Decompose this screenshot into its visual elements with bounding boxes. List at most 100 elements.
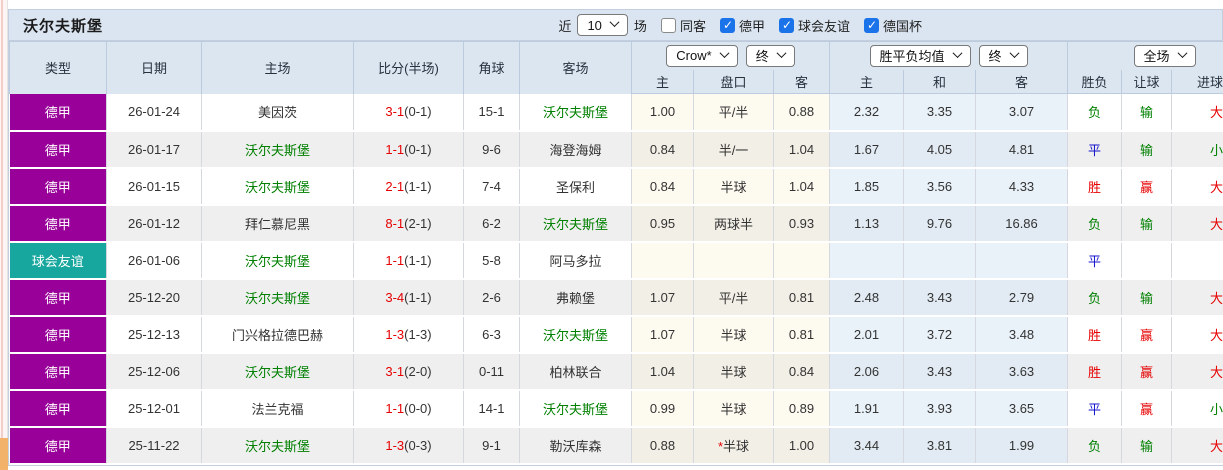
match-row: 德甲 26-01-24 美因茨 3-1(0-1) 15-1 沃尔夫斯堡 1.00 平/半 0.8… — [9, 93, 1223, 132]
mean-home: 3.44 — [829, 426, 904, 465]
match-row: 德甲 26-01-15 沃尔夫斯堡 2-1(1-1) 7-4 圣保利 0.84 半球 1.04 1… — [9, 167, 1223, 206]
bundesliga-label: 德甲 — [738, 18, 765, 34]
mean-away: 16.86 — [975, 204, 1069, 243]
corner-score: 7-4 — [463, 167, 520, 206]
mean-home: 2.06 — [829, 352, 904, 391]
handicap-line: 两球半 — [693, 204, 774, 243]
result-wdl: 负 — [1067, 93, 1123, 132]
result-handicap: 输 — [1121, 204, 1173, 243]
score: 3-1(0-1) — [353, 93, 464, 132]
scope-select[interactable]: 全场 — [1133, 44, 1196, 67]
odds-home — [631, 241, 694, 280]
odds-company-select[interactable]: Crow* — [666, 44, 738, 67]
result-wdl: 负 — [1067, 278, 1123, 317]
result-wdl: 胜 — [1067, 352, 1123, 391]
result-wdl: 胜 — [1067, 167, 1123, 206]
result-handicap: 输 — [1121, 278, 1173, 317]
mean-stage-value: 终 — [988, 49, 1002, 65]
home-team: 门兴格拉德巴赫 — [201, 315, 354, 354]
result-handicap: 输 — [1121, 130, 1173, 169]
mean-draw: 3.93 — [903, 389, 976, 428]
match-date: 26-01-17 — [106, 130, 202, 169]
result-handicap: 赢 — [1121, 389, 1173, 428]
corner-score: 6-3 — [463, 315, 520, 354]
away-team: 阿马多拉 — [519, 241, 632, 280]
match-table-body: 德甲 26-01-24 美因茨 3-1(0-1) 15-1 沃尔夫斯堡 1.00 平/半 0.8… — [9, 93, 1223, 465]
handicap-line: 平/半 — [693, 93, 774, 132]
home-team: 沃尔夫斯堡 — [201, 278, 354, 317]
friendly-label: 球会友谊 — [797, 18, 850, 34]
mean-draw: 9.76 — [903, 204, 976, 243]
away-team: 沃尔夫斯堡 — [519, 93, 632, 132]
league-badge: 德甲 — [9, 130, 107, 169]
result-wdl: 负 — [1067, 426, 1123, 465]
result-goals — [1171, 241, 1223, 280]
mean-type-select[interactable]: 胜平负均值 — [869, 44, 971, 67]
result-goals: 大 — [1171, 167, 1223, 206]
away-team: 沃尔夫斯堡 — [519, 315, 632, 354]
result-wdl: 负 — [1067, 204, 1123, 243]
home-team: 沃尔夫斯堡 — [201, 167, 354, 206]
result-goals: 小 — [1171, 389, 1223, 428]
mean-away: 3.63 — [975, 352, 1069, 391]
match-row: 德甲 26-01-12 拜仁慕尼黑 8-1(2-1) 6-2 沃尔夫斯堡 0.95 两球半 0.… — [9, 204, 1223, 243]
odds-home: 0.88 — [631, 426, 694, 465]
away-team: 勒沃库森 — [519, 426, 632, 465]
corner-score: 9-6 — [463, 130, 520, 169]
mean-draw: 3.43 — [903, 352, 976, 391]
panel-titlebar: 沃尔夫斯堡 近 10 场 同客 ✓ 德甲 ✓ 球会友谊 ✓ 德国杯 — [9, 10, 1222, 41]
result-handicap: 赢 — [1121, 315, 1173, 354]
mean-home: 2.48 — [829, 278, 904, 317]
mean-draw: 4.05 — [903, 130, 976, 169]
bundesliga-checkbox[interactable]: ✓ — [719, 17, 735, 33]
away-team: 弗赖堡 — [519, 278, 632, 317]
sub-col-goals: 进球数 — [1171, 69, 1223, 94]
odds-away: 0.84 — [773, 352, 830, 391]
handicap-line: 半球 — [693, 352, 774, 391]
match-row: 德甲 25-12-06 沃尔夫斯堡 3-1(2-0) 0-11 柏林联合 1.04 半球 0.8… — [9, 352, 1223, 391]
mean-draw: 3.35 — [903, 93, 976, 132]
matches-label: 场 — [633, 18, 647, 34]
mean-type-value: 胜平负均值 — [879, 49, 945, 65]
mean-stage-select[interactable]: 终 — [978, 44, 1028, 67]
home-team: 美因茨 — [201, 93, 354, 132]
home-team: 沃尔夫斯堡 — [201, 352, 354, 391]
chevron-down-icon — [1177, 47, 1187, 58]
chevron-down-icon — [1009, 47, 1019, 58]
match-date: 25-12-13 — [106, 315, 202, 354]
corner-score: 15-1 — [463, 93, 520, 132]
odds-home: 1.00 — [631, 93, 694, 132]
same-away-checkbox[interactable] — [660, 17, 676, 33]
col-header-score: 比分(半场) — [353, 41, 464, 94]
league-badge: 球会友谊 — [9, 241, 107, 280]
odds-home: 1.04 — [631, 352, 694, 391]
handicap-line: 半/一 — [693, 130, 774, 169]
match-date: 26-01-15 — [106, 167, 202, 206]
corner-score: 6-2 — [463, 204, 520, 243]
cup-filter[interactable]: ✓ 德国杯 — [863, 16, 922, 35]
odds-home: 1.07 — [631, 278, 694, 317]
odds-stage-select[interactable]: 终 — [745, 44, 795, 67]
result-wdl: 平 — [1067, 241, 1123, 280]
same-away-filter[interactable]: 同客 — [660, 16, 706, 35]
league-badge: 德甲 — [9, 93, 107, 132]
recent-label: 近 — [558, 18, 572, 34]
home-team: 沃尔夫斯堡 — [201, 130, 354, 169]
odds-home: 0.95 — [631, 204, 694, 243]
handicap-line — [693, 241, 774, 280]
mean-away: 1.99 — [975, 426, 1069, 465]
result-goals: 大 — [1171, 204, 1223, 243]
cup-checkbox[interactable]: ✓ — [863, 17, 879, 33]
chevron-down-icon — [952, 47, 962, 58]
mean-away: 3.07 — [975, 93, 1069, 132]
recent-count-select[interactable]: 10 — [577, 14, 628, 36]
corner-score: 14-1 — [463, 389, 520, 428]
header-select-row: 类型 日期 主场 比分(半场) 角球 客场 Crow* 终 胜平负均值 终 全场 — [9, 41, 1223, 94]
friendly-filter[interactable]: ✓ 球会友谊 — [778, 16, 850, 35]
friendly-checkbox[interactable]: ✓ — [778, 17, 794, 33]
bundesliga-filter[interactable]: ✓ 德甲 — [719, 16, 765, 35]
odds-company-value: Crow* — [676, 48, 712, 64]
col-header-date: 日期 — [106, 41, 202, 94]
match-row: 德甲 25-12-20 沃尔夫斯堡 3-4(1-1) 2-6 弗赖堡 1.07 平/半 0.81… — [9, 278, 1223, 317]
col-header-type: 类型 — [9, 41, 107, 94]
